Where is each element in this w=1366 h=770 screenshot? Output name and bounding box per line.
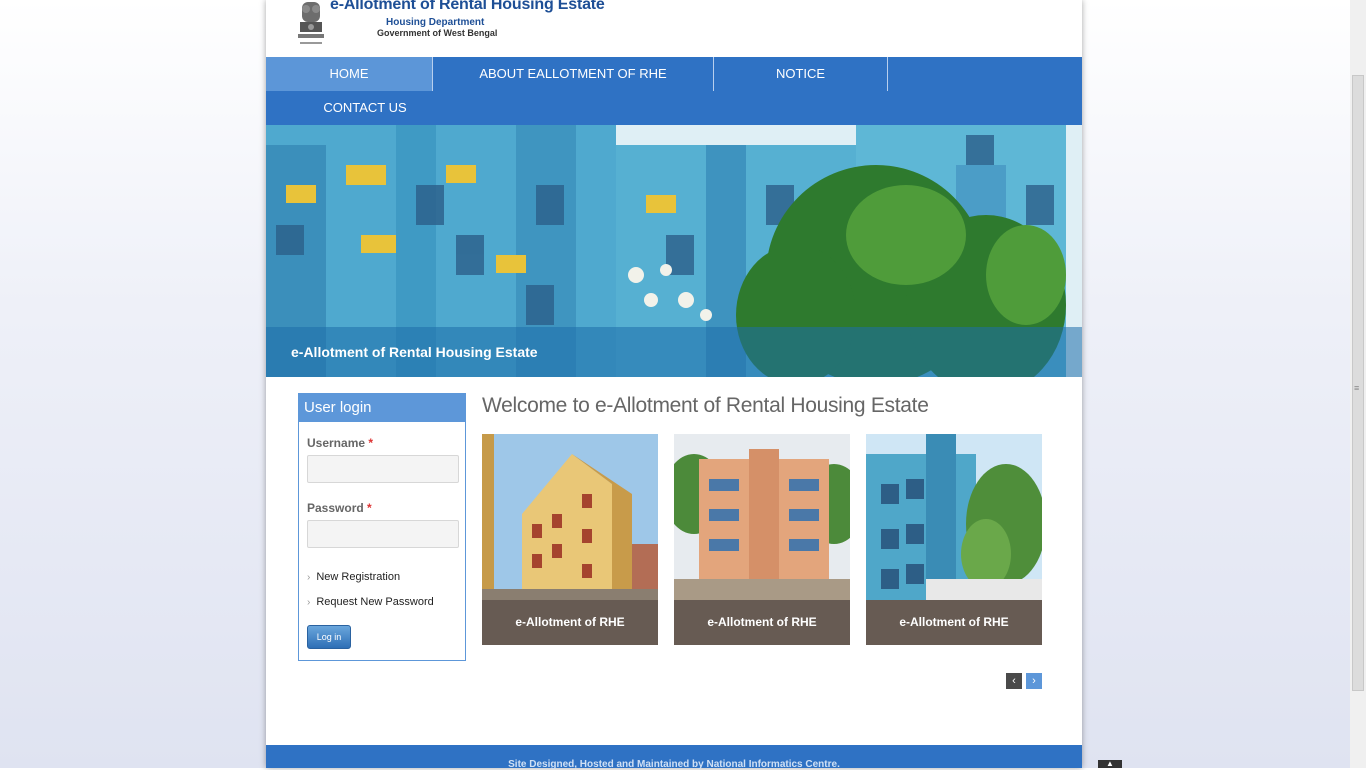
password-input[interactable]: [307, 520, 459, 548]
nav-item-contact[interactable]: CONTACT US: [266, 91, 464, 125]
welcome-heading: Welcome to e-Allotment of Rental Housing…: [482, 394, 929, 417]
chevron-right-icon: ›: [307, 572, 311, 583]
username-label-text: Username: [307, 436, 366, 450]
building-photo: [866, 434, 1042, 600]
state-emblem-icon: [298, 2, 324, 44]
required-marker: *: [368, 436, 374, 450]
carousel-card-3[interactable]: e-Allotment of RHE: [866, 434, 1042, 645]
nav-item-home[interactable]: HOME: [266, 57, 432, 91]
new-registration-link[interactable]: › New Registration: [307, 571, 400, 583]
chevron-right-icon: ›: [307, 597, 311, 608]
username-label: Username *: [307, 436, 373, 450]
carousel-card-2[interactable]: e-Allotment of RHE: [674, 434, 850, 645]
password-label-text: Password: [307, 501, 364, 515]
carousel-next-button[interactable]: ›: [1026, 673, 1042, 689]
request-password-link[interactable]: › Request New Password: [307, 596, 434, 608]
required-marker: *: [367, 501, 372, 515]
carousel-prev-button[interactable]: ‹: [1006, 673, 1022, 689]
banner-caption: e-Allotment of Rental Housing Estate: [291, 344, 538, 360]
card-label: e-Allotment of RHE: [899, 615, 1009, 629]
building-photo: [674, 434, 850, 600]
site-title: e-Allotment of Rental Housing Estate: [330, 0, 605, 13]
password-label: Password *: [307, 501, 372, 515]
request-password-text: Request New Password: [316, 596, 434, 608]
page-container: e-Allotment of Rental Housing Estate Hou…: [266, 0, 1082, 770]
nav-item-notice[interactable]: NOTICE: [714, 57, 887, 91]
building-photo: [482, 434, 658, 600]
banner-caption-bar: e-Allotment of Rental Housing Estate: [266, 327, 1082, 377]
scrollbar-grip-icon: ≡: [1354, 383, 1360, 393]
site-header: e-Allotment of Rental Housing Estate Hou…: [266, 0, 1082, 57]
chevron-left-icon: ‹: [1012, 675, 1016, 687]
chevron-right-icon: ›: [1032, 675, 1036, 687]
login-heading: User login: [299, 394, 465, 422]
username-input[interactable]: [307, 455, 459, 483]
nav-item-about[interactable]: ABOUT EALLOTMENT OF RHE: [433, 57, 713, 91]
footer-text: Site Designed, Hosted and Maintained by …: [508, 759, 840, 770]
site-footer: Site Designed, Hosted and Maintained by …: [266, 745, 1082, 770]
scroll-to-top-icon[interactable]: ▲: [1098, 760, 1122, 768]
login-button[interactable]: Log in: [307, 625, 351, 649]
card-label: e-Allotment of RHE: [707, 615, 817, 629]
new-registration-text: New Registration: [316, 571, 401, 583]
nav-divider: [887, 57, 888, 91]
hero-banner: e-Allotment of Rental Housing Estate: [266, 125, 1082, 377]
site-department: Housing Department: [386, 17, 485, 28]
carousel-card-1[interactable]: e-Allotment of RHE: [482, 434, 658, 645]
site-government: Government of West Bengal: [377, 28, 498, 38]
card-label: e-Allotment of RHE: [515, 615, 625, 629]
main-nav: HOME ABOUT EALLOTMENT OF RHE NOTICE CONT…: [266, 57, 1082, 125]
user-login-block: User login Username * Password * › New Re…: [298, 393, 466, 661]
